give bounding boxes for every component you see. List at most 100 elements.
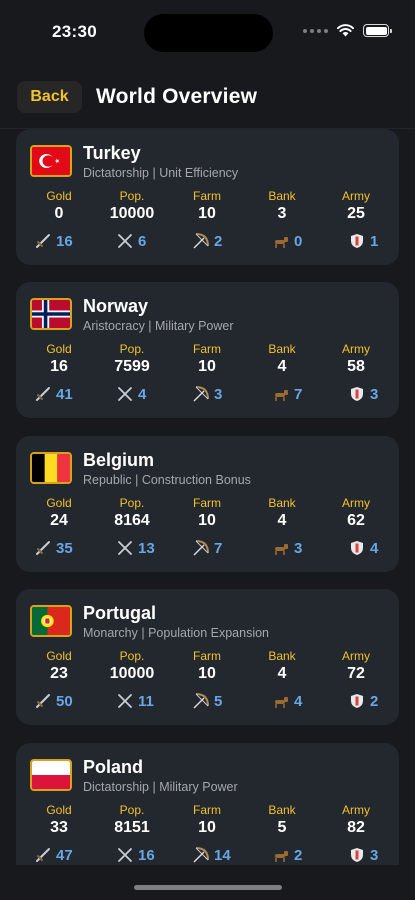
cavalry-count: 0 — [272, 231, 302, 251]
bank-label: Bank — [268, 189, 296, 203]
cavalry-count: 7 — [272, 384, 302, 404]
army-value: 82 — [347, 819, 365, 836]
gold-value: 0 — [54, 205, 64, 222]
cavalry-count: 2 — [272, 845, 302, 865]
battery-icon — [363, 24, 392, 37]
country-card[interactable]: Turkey Dictatorship | Unit Efficiency Go… — [16, 129, 399, 265]
gold-label: Gold — [46, 649, 72, 663]
army-value: 25 — [347, 205, 365, 222]
bank-value: 3 — [277, 205, 287, 222]
horse-icon — [275, 237, 288, 248]
archer-count: 3 — [192, 384, 222, 404]
gold-label: Gold — [46, 189, 72, 203]
navigation-bar: Back World Overview — [0, 80, 415, 116]
norway-flag-icon — [30, 298, 72, 330]
horse-icon — [275, 544, 288, 555]
army-label: Army — [342, 649, 370, 663]
country-government: Dictatorship | Military Power — [83, 780, 238, 794]
country-card[interactable]: Belgium Republic | Construction Bonus Go… — [16, 436, 399, 572]
swordsman-count: 47 — [34, 845, 73, 865]
swordsman-count: 35 — [34, 538, 73, 558]
bow-icon — [193, 233, 209, 249]
gold-value: 33 — [50, 819, 68, 836]
sword-icon — [36, 541, 50, 555]
farm-label: Farm — [193, 649, 221, 663]
defender-count: 3 — [348, 845, 378, 865]
archer-count: 14 — [192, 845, 231, 865]
country-name: Turkey — [83, 143, 141, 163]
country-government: Aristocracy | Military Power — [83, 319, 234, 333]
infantry-count: 6 — [116, 231, 146, 251]
bank-label: Bank — [268, 496, 296, 510]
farm-value: 10 — [198, 665, 216, 682]
country-card[interactable]: Portugal Monarchy | Population Expansion… — [16, 589, 399, 725]
army-label: Army — [342, 342, 370, 356]
farm-label: Farm — [193, 496, 221, 510]
bank-value: 4 — [277, 512, 287, 529]
home-indicator[interactable] — [134, 885, 282, 890]
bank-value: 5 — [277, 819, 287, 836]
population-label: Pop. — [119, 342, 145, 356]
bow-icon — [193, 540, 209, 556]
swordsman-count: 16 — [34, 231, 73, 251]
status-time: 23:30 — [52, 22, 97, 41]
shield-icon — [351, 694, 363, 708]
poland-flag-icon — [30, 759, 72, 791]
bow-icon — [193, 386, 209, 402]
cavalry-count: 4 — [272, 691, 302, 711]
sword-icon — [36, 694, 50, 708]
bank-label: Bank — [268, 649, 296, 663]
belgium-flag-icon — [30, 452, 72, 484]
army-label: Army — [342, 496, 370, 510]
infantry-count: 16 — [116, 845, 155, 865]
population-label: Pop. — [119, 649, 145, 663]
cellular-signal-icon — [303, 28, 328, 33]
infantry-count: 13 — [116, 538, 155, 558]
farm-value: 10 — [198, 205, 216, 222]
army-label: Army — [342, 803, 370, 817]
population-value: 8164 — [114, 512, 150, 529]
shield-icon — [351, 387, 363, 401]
crossed-swords-icon — [118, 848, 132, 862]
bank-label: Bank — [268, 803, 296, 817]
back-button[interactable]: Back — [17, 81, 82, 113]
gold-value: 16 — [50, 358, 68, 375]
sword-icon — [36, 234, 50, 248]
gold-label: Gold — [46, 496, 72, 510]
archer-count: 2 — [192, 231, 222, 251]
portugal-flag-icon — [30, 605, 72, 637]
army-label: Army — [342, 189, 370, 203]
farm-label: Farm — [193, 189, 221, 203]
defender-count: 4 — [348, 538, 378, 558]
infantry-count: 4 — [116, 384, 146, 404]
archer-count: 7 — [192, 538, 222, 558]
farm-label: Farm — [193, 803, 221, 817]
defender-count: 3 — [348, 384, 378, 404]
defender-count: 1 — [348, 231, 378, 251]
bank-value: 4 — [277, 665, 287, 682]
cavalry-count: 3 — [272, 538, 302, 558]
population-label: Pop. — [119, 189, 145, 203]
country-government: Republic | Construction Bonus — [83, 473, 251, 487]
population-value: 10000 — [109, 665, 155, 682]
country-card[interactable]: Poland Dictatorship | Military Power Gol… — [16, 743, 399, 865]
population-label: Pop. — [119, 496, 145, 510]
population-label: Pop. — [119, 803, 145, 817]
dynamic-island — [144, 14, 273, 52]
population-value: 7599 — [114, 358, 150, 375]
country-government: Monarchy | Population Expansion — [83, 626, 269, 640]
shield-icon — [351, 848, 363, 862]
shield-icon — [351, 234, 363, 248]
swordsman-count: 50 — [34, 691, 73, 711]
country-card[interactable]: Norway Aristocracy | Military Power Gold… — [16, 282, 399, 418]
bow-icon — [193, 693, 209, 709]
gold-value: 24 — [50, 512, 68, 529]
country-name: Belgium — [83, 450, 155, 470]
gold-label: Gold — [46, 803, 72, 817]
gold-value: 23 — [50, 665, 68, 682]
army-value: 58 — [347, 358, 365, 375]
infantry-count: 11 — [116, 691, 154, 711]
farm-value: 10 — [198, 819, 216, 836]
horse-icon — [275, 697, 288, 708]
country-list[interactable]: Turkey Dictatorship | Unit Efficiency Go… — [0, 128, 415, 865]
